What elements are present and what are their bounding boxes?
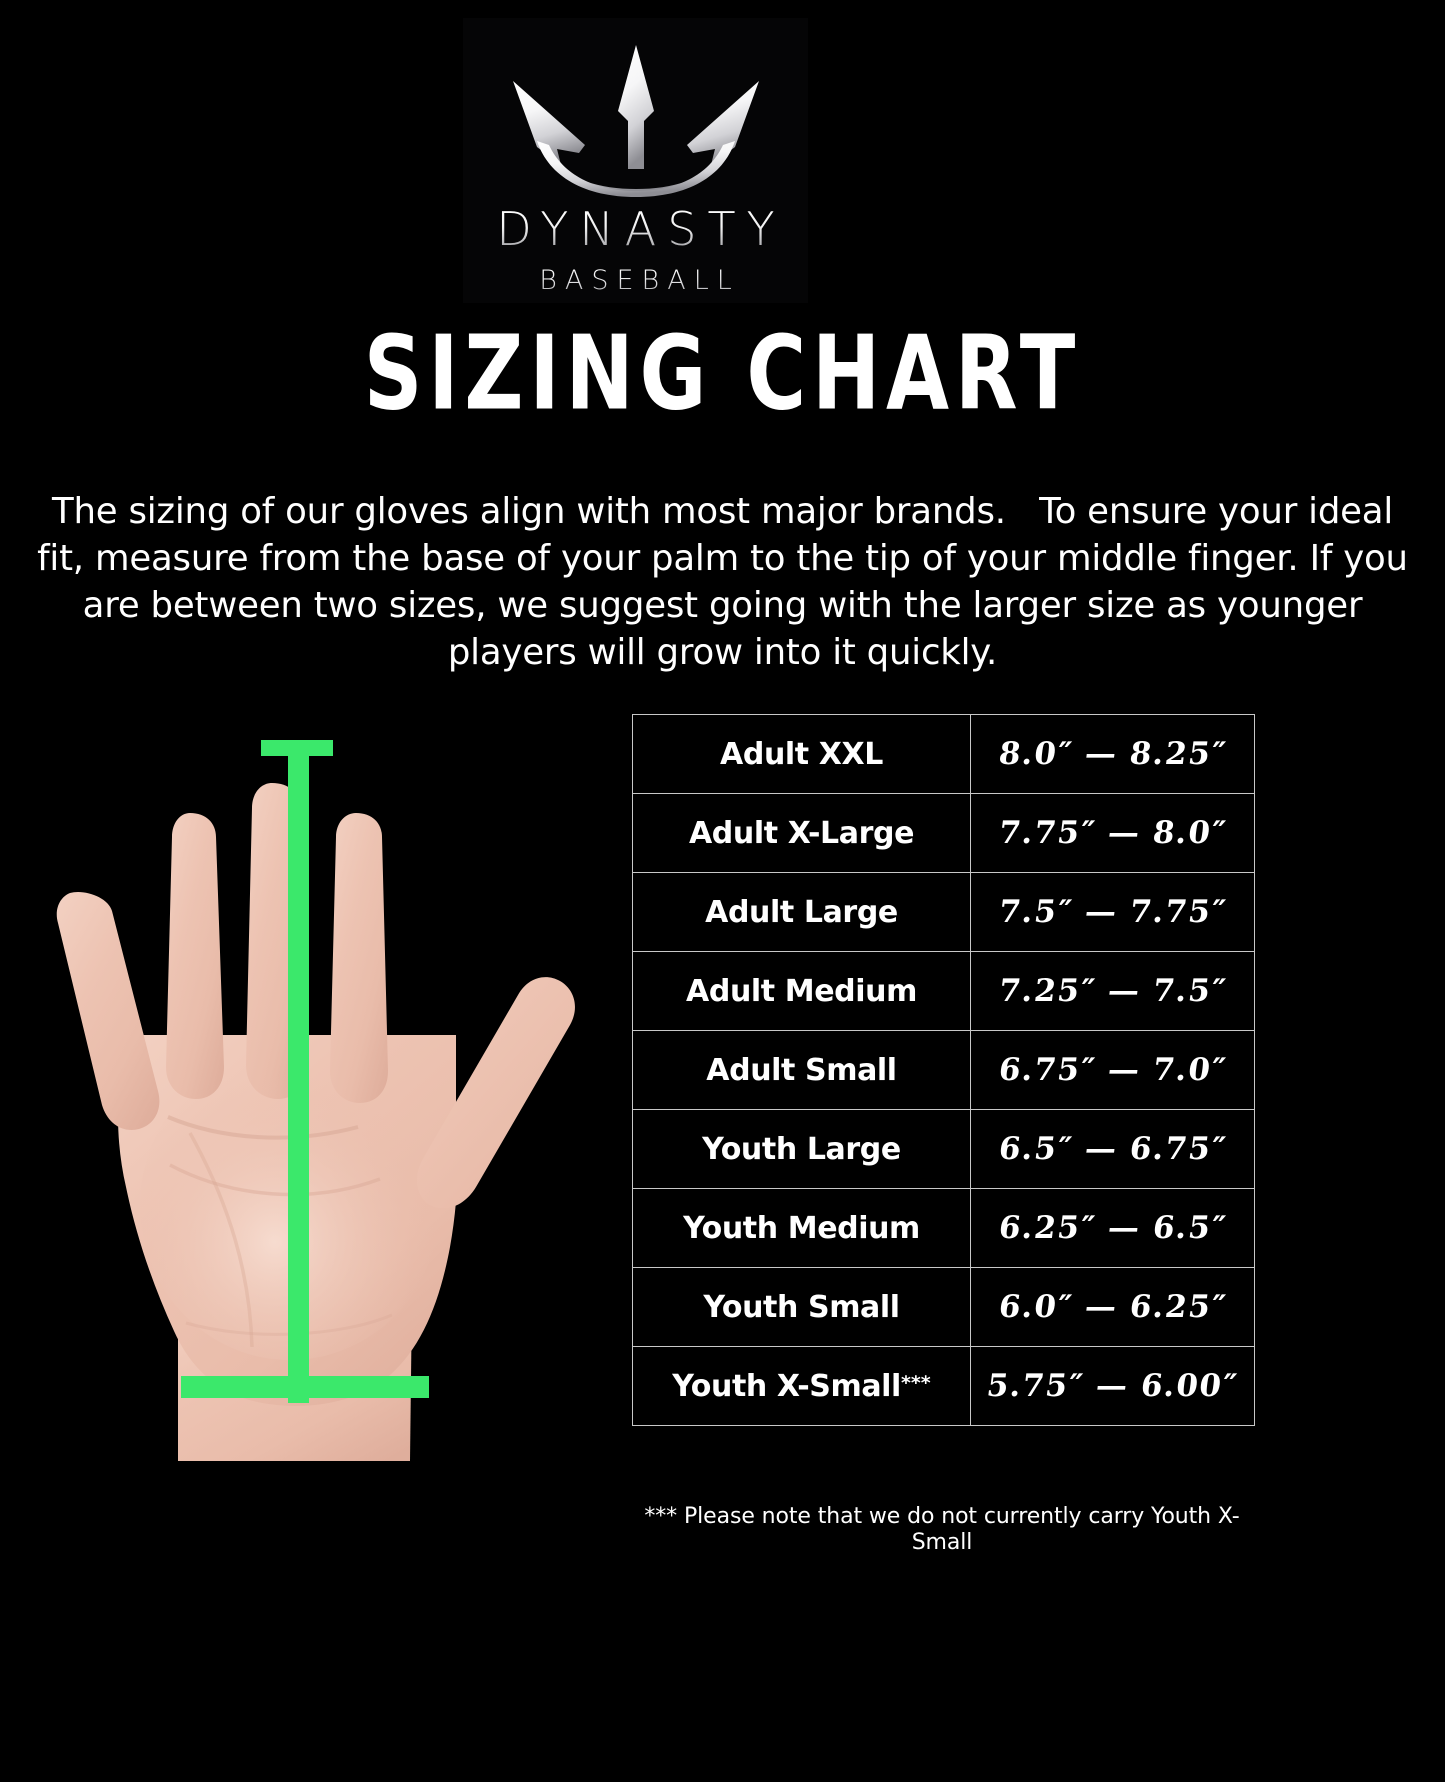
brand-subtitle: BASEBALL xyxy=(531,267,740,294)
measurement-value: 7.5″ — 7.75″ xyxy=(996,894,1229,930)
table-row: Adult X-Large 7.75″ — 8.0″ xyxy=(632,793,1255,873)
size-label: Youth Medium xyxy=(683,1210,920,1246)
brand-name: DYNASTY xyxy=(485,206,785,252)
size-label-cell: Adult Small xyxy=(632,1030,971,1110)
hand-measurement-diagram xyxy=(40,735,610,1465)
measurement-value: 7.75″ — 8.0″ xyxy=(996,815,1229,851)
sizing-table: Adult XXL 8.0″ — 8.25″ Adult X-Large 7.7… xyxy=(632,714,1255,1426)
measurement-value: 6.25″ — 6.5″ xyxy=(996,1210,1229,1246)
size-label-cell: Adult XXL xyxy=(632,714,971,794)
table-row: Adult Large 7.5″ — 7.75″ xyxy=(632,872,1255,952)
measurement-cell: 5.75″ — 6.00″ xyxy=(970,1346,1255,1426)
footnote: *** Please note that we do not currently… xyxy=(644,1504,1240,1556)
measurement-value: 6.75″ — 7.0″ xyxy=(996,1052,1229,1088)
size-label-cell: Adult X-Large xyxy=(632,793,971,873)
size-label: Adult Medium xyxy=(686,973,917,1009)
size-label-cell: Youth Medium xyxy=(632,1188,971,1268)
table-row: Youth Large 6.5″ — 6.75″ xyxy=(632,1109,1255,1189)
measurement-value: 5.75″ — 6.00″ xyxy=(984,1368,1241,1404)
measurement-value: 7.25″ — 7.5″ xyxy=(996,973,1229,1009)
size-label-cell: Youth X-Small*** xyxy=(632,1346,971,1426)
measurement-bottom-cap-icon xyxy=(181,1376,429,1398)
page-title: SIZING CHART xyxy=(363,313,1082,434)
crown-trident-icon xyxy=(486,40,786,200)
size-label: Youth Large xyxy=(702,1131,901,1167)
size-label-stars: *** xyxy=(900,1371,931,1394)
table-row: Adult Medium 7.25″ — 7.5″ xyxy=(632,951,1255,1031)
size-label-cell: Adult Medium xyxy=(632,951,971,1031)
size-label: Adult Small xyxy=(706,1052,897,1088)
measurement-cell: 7.75″ — 8.0″ xyxy=(970,793,1255,873)
measurement-cell: 6.75″ — 7.0″ xyxy=(970,1030,1255,1110)
size-label-cell: Adult Large xyxy=(632,872,971,952)
measurement-vertical-bar-icon xyxy=(288,745,309,1403)
size-label: Youth Small xyxy=(703,1289,900,1325)
table-row: Youth X-Small*** 5.75″ — 6.00″ xyxy=(632,1346,1255,1426)
table-row: Youth Small 6.0″ — 6.25″ xyxy=(632,1267,1255,1347)
size-label: Adult XXL xyxy=(720,736,883,772)
table-row: Adult Small 6.75″ — 7.0″ xyxy=(632,1030,1255,1110)
size-label-cell: Youth Large xyxy=(632,1109,971,1189)
measurement-cell: 7.25″ — 7.5″ xyxy=(970,951,1255,1031)
intro-paragraph: The sizing of our gloves align with most… xyxy=(37,490,1419,673)
hand-palm-photo xyxy=(56,783,575,1461)
measurement-value: 6.0″ — 6.25″ xyxy=(996,1289,1229,1325)
size-label-cell: Youth Small xyxy=(632,1267,971,1347)
measurement-cell: 8.0″ — 8.25″ xyxy=(970,714,1255,794)
sizing-table-body: Adult XXL 8.0″ — 8.25″ Adult X-Large 7.7… xyxy=(632,714,1255,1426)
table-row: Adult XXL 8.0″ — 8.25″ xyxy=(632,714,1255,794)
measurement-cell: 6.25″ — 6.5″ xyxy=(970,1188,1255,1268)
size-label: Youth X-Small xyxy=(672,1368,901,1404)
size-label: Adult X-Large xyxy=(688,815,915,851)
measurement-value: 8.0″ — 8.25″ xyxy=(996,736,1229,772)
measurement-cell: 7.5″ — 7.75″ xyxy=(970,872,1255,952)
measurement-value: 6.5″ — 6.75″ xyxy=(996,1131,1229,1167)
measurement-cell: 6.0″ — 6.25″ xyxy=(970,1267,1255,1347)
table-row: Youth Medium 6.25″ — 6.5″ xyxy=(632,1188,1255,1268)
size-label: Adult Large xyxy=(705,894,898,930)
measurement-cell: 6.5″ — 6.75″ xyxy=(970,1109,1255,1189)
brand-logo: DYNASTY BASEBALL xyxy=(463,18,808,303)
